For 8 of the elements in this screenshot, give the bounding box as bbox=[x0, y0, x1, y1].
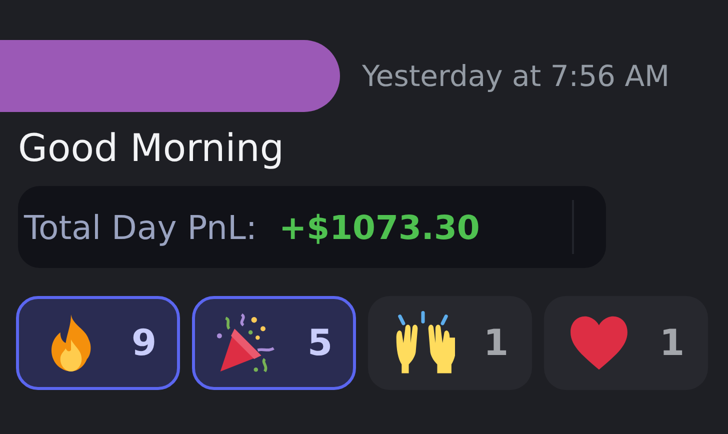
pnl-value: +$1073.30 bbox=[278, 208, 480, 246]
reaction-button[interactable]: 9 bbox=[16, 296, 180, 390]
reaction-button[interactable]: 5 bbox=[192, 296, 356, 390]
reaction-button[interactable]: 1 bbox=[368, 296, 532, 390]
pnl-label: Total Day PnL: bbox=[24, 208, 257, 246]
timestamp: Yesterday at 7:56 AM bbox=[362, 59, 670, 93]
reaction-button[interactable]: 1 bbox=[544, 296, 708, 390]
message-text: Good Morning bbox=[18, 125, 285, 172]
